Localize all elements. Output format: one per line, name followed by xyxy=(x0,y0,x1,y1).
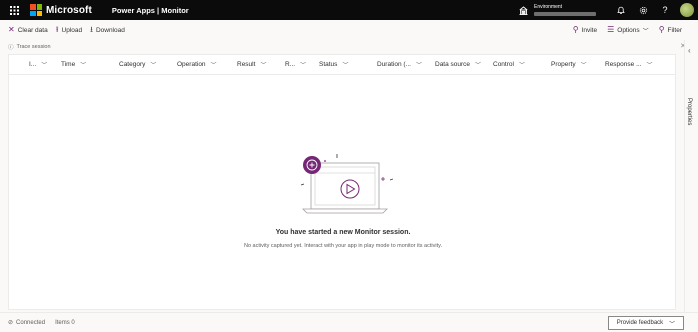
column-header-status[interactable]: Status ﹀ xyxy=(313,55,371,75)
options-label: Options xyxy=(617,26,640,34)
column-header-r[interactable]: R... ﹀ xyxy=(279,55,313,75)
chevron-down-icon: ﹀ xyxy=(260,63,267,69)
invite-label: Invite xyxy=(581,26,598,34)
environment-name xyxy=(534,12,596,16)
chevron-down-icon: ﹀ xyxy=(580,63,587,69)
column-header-data-source[interactable]: Data source ﹀ xyxy=(429,55,487,75)
empty-state: You have started a new Monitor session. … xyxy=(9,75,677,309)
search-icon: ⚲ xyxy=(658,25,665,34)
avatar[interactable] xyxy=(680,3,694,17)
person-add-icon: ⚲ xyxy=(572,25,579,34)
column-header-duration[interactable]: Duration (... ﹀ xyxy=(371,55,429,75)
download-label: Download xyxy=(95,26,125,34)
clear-data-button[interactable]: ✕ Clear data xyxy=(8,20,48,40)
column-header-result[interactable]: Result ﹀ xyxy=(229,55,279,75)
waffle-icon[interactable] xyxy=(0,0,28,20)
gear-icon[interactable] xyxy=(632,0,654,20)
filter-button[interactable]: ⚲ Filter xyxy=(659,20,682,40)
chevron-down-icon: ﹀ xyxy=(80,63,87,69)
empty-state-subtitle: No activity captured yet. Interact with … xyxy=(244,243,442,249)
feedback-label: Provide feedback xyxy=(616,320,664,326)
trace-session-bar: ⓘ Trace session xyxy=(0,40,683,53)
clear-data-label: Clear data xyxy=(17,26,48,34)
chevron-down-icon: ﹀ xyxy=(150,63,157,69)
column-header-time[interactable]: Time ﹀ xyxy=(47,55,105,75)
chevron-down-icon: ﹀ xyxy=(342,63,349,69)
grid-header: I... ﹀ Time ﹀ Category ﹀ Operation ﹀ Result ﹀… xyxy=(9,55,675,75)
connected-icon: ⊘ xyxy=(8,320,14,326)
chevron-down-icon: ﹀ xyxy=(300,63,307,69)
properties-rail[interactable]: ‹ Properties xyxy=(684,40,698,312)
brand-name: Microsoft xyxy=(46,4,92,16)
chevron-down-icon: ﹀ xyxy=(210,63,217,69)
provide-feedback-button[interactable]: Provide feedback ﹀ xyxy=(608,316,684,330)
environment-icon[interactable] xyxy=(516,0,530,20)
empty-state-title: You have started a new Monitor session. xyxy=(275,229,411,236)
column-header-category[interactable]: Category ﹀ xyxy=(105,55,167,75)
bell-icon[interactable] xyxy=(610,0,632,20)
options-icon: ☰ xyxy=(607,25,615,34)
connection-status: ⊘ Connected xyxy=(8,319,46,327)
environment-picker[interactable]: Environment xyxy=(534,0,610,20)
command-bar: ✕ Clear data ⭱ Upload ⭳ Download ⚲ Invit… xyxy=(0,20,698,40)
chevron-down-icon: ﹀ xyxy=(415,63,422,69)
download-icon: ⭳ xyxy=(90,25,93,34)
top-bar: Microsoft Power Apps | Monitor Environme… xyxy=(0,0,698,20)
status-bar: ⊘ Connected Items 0 Provide feedback ﹀ xyxy=(0,312,698,332)
upload-button[interactable]: ⭱ Upload xyxy=(56,20,82,40)
column-header-operation[interactable]: Operation ﹀ xyxy=(167,55,229,75)
column-header-response[interactable]: Response ... ﹀ xyxy=(603,55,661,75)
laptop-illustration-icon xyxy=(300,154,393,214)
column-header-id[interactable]: I... ﹀ xyxy=(9,55,47,75)
connection-label: Connected xyxy=(16,319,46,326)
environment-label: Environment xyxy=(534,4,563,10)
microsoft-logo-icon xyxy=(30,4,42,16)
chevron-down-icon: ﹀ xyxy=(646,63,653,69)
download-button[interactable]: ⭳ Download xyxy=(90,20,125,40)
trace-session-label[interactable]: Trace session xyxy=(17,44,51,50)
help-icon[interactable]: ? xyxy=(654,0,676,20)
chevron-down-icon: ﹀ xyxy=(475,63,482,69)
chevron-left-icon[interactable]: ‹ xyxy=(688,46,691,55)
chevron-down-icon: ﹀ xyxy=(518,63,525,69)
options-button[interactable]: ☰ Options ﹀ xyxy=(607,20,649,40)
items-count-label: Items 0 xyxy=(55,319,75,326)
info-icon: ⓘ xyxy=(8,44,14,51)
chevron-down-icon: ﹀ xyxy=(642,28,649,35)
upload-icon: ⭱ xyxy=(55,25,59,34)
filter-label: Filter xyxy=(667,26,682,34)
monitor-grid: I... ﹀ Time ﹀ Category ﹀ Operation ﹀ Result ﹀… xyxy=(8,54,676,310)
items-count: Items 0 xyxy=(55,320,75,326)
properties-label[interactable]: Properties xyxy=(686,98,692,125)
chevron-down-icon: ﹀ xyxy=(669,321,676,328)
upload-label: Upload xyxy=(61,26,83,34)
close-icon: ✕ xyxy=(8,25,15,34)
app-title[interactable]: Power Apps | Monitor xyxy=(112,6,189,15)
microsoft-logo[interactable]: Microsoft xyxy=(30,4,92,16)
column-header-property[interactable]: Property ﹀ xyxy=(545,55,603,75)
invite-button[interactable]: ⚲ Invite xyxy=(573,20,597,40)
column-header-control[interactable]: Control ﹀ xyxy=(487,55,545,75)
